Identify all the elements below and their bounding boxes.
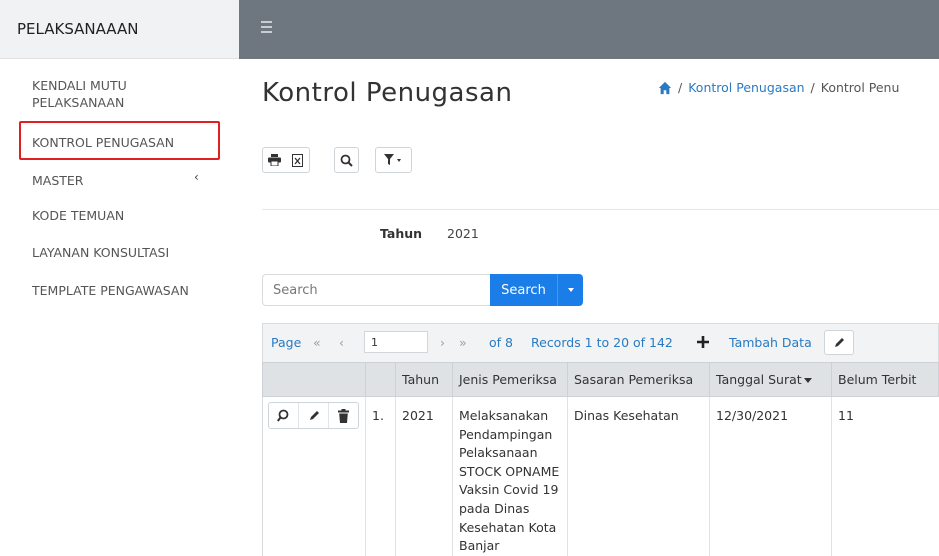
col-tahun[interactable]: Tahun xyxy=(396,363,453,396)
grid-body: 1. 2021 Melaksanakan Pendampingan Pelaks… xyxy=(262,397,939,556)
row-actions-cell xyxy=(263,397,366,556)
search-input[interactable] xyxy=(262,274,491,306)
page-count: of 8 xyxy=(489,335,513,350)
breadcrumb-separator: / xyxy=(678,80,683,95)
tahun-value: 2021 xyxy=(447,226,479,241)
col-jenis-pemeriksa[interactable]: Jenis Pemeriksa xyxy=(453,363,568,396)
first-page-icon[interactable]: « xyxy=(313,335,321,350)
topbar xyxy=(239,0,939,59)
breadcrumb: / Kontrol Penugasan / Kontrol Penu xyxy=(658,80,899,95)
filter-icon xyxy=(383,154,401,165)
breadcrumb-current: Kontrol Penu xyxy=(820,80,900,95)
cell-sasaran-pemeriksa: Dinas Kesehatan xyxy=(568,397,710,556)
highlight-box xyxy=(19,121,220,160)
col-number xyxy=(366,363,396,396)
records-info: Records 1 to 20 of 142 xyxy=(531,335,673,350)
page-number-input[interactable] xyxy=(364,331,428,353)
page-title: Kontrol Penugasan xyxy=(262,78,513,108)
col-actions xyxy=(263,363,366,396)
grid-pager: Page « ‹ › » of 8 Records 1 to 20 of 142… xyxy=(262,323,939,362)
pencil-icon xyxy=(835,337,844,347)
pencil-icon xyxy=(309,410,319,420)
search-icon xyxy=(277,409,289,422)
sidebar-item-layanan-konsultasi[interactable]: LAYANAN KONSULTASI xyxy=(32,244,169,261)
last-page-icon[interactable]: » xyxy=(459,335,467,350)
trash-icon xyxy=(338,408,349,423)
sidebar-item-master[interactable]: MASTER xyxy=(32,172,84,189)
tahun-label: Tahun xyxy=(380,226,423,241)
col-sasaran-pemeriksa[interactable]: Sasaran Pemeriksa xyxy=(568,363,710,396)
plus-icon[interactable] xyxy=(697,336,709,348)
cell-belum-terbit: 11 xyxy=(838,408,854,423)
chevron-left-icon[interactable]: ‹ xyxy=(194,170,199,184)
breadcrumb-link[interactable]: Kontrol Penugasan xyxy=(688,80,804,95)
prev-page-icon[interactable]: ‹ xyxy=(339,335,344,350)
col-belum-terbit[interactable]: Belum Terbit xyxy=(832,363,939,396)
delete-row-button[interactable] xyxy=(329,403,358,428)
caret-down-icon xyxy=(567,288,574,292)
breadcrumb-separator: / xyxy=(810,80,815,95)
sidebar-item-kendali-mutu[interactable]: KENDALI MUTU PELAKSANAAN xyxy=(32,77,127,111)
search-button[interactable]: Search xyxy=(490,274,557,306)
filter-button[interactable] xyxy=(375,147,412,173)
sidebar-item-template-pengawasan[interactable]: TEMPLATE PENGAWASAN xyxy=(32,282,189,299)
search-dropdown-button[interactable] xyxy=(557,274,583,306)
sort-desc-icon xyxy=(803,378,812,383)
export-button-group xyxy=(262,147,310,173)
row-number: 1. xyxy=(366,397,396,556)
cell-tanggal-surat: 12/30/2021 xyxy=(710,397,832,556)
home-icon[interactable] xyxy=(658,81,672,95)
sidebar: PELAKSANAAAN KENDALI MUTU PELAKSANAAN KO… xyxy=(0,0,239,556)
row-action-group xyxy=(268,402,359,429)
col-tanggal-surat-label: Tanggal Surat xyxy=(716,372,802,387)
view-button[interactable] xyxy=(269,403,299,428)
add-data-button[interactable]: Tambah Data xyxy=(729,335,812,350)
excel-icon[interactable] xyxy=(286,153,309,167)
grid-header: Tahun Jenis Pemeriksa Sasaran Pemeriksa … xyxy=(262,362,939,397)
sidebar-title: PELAKSANAAAN xyxy=(0,0,239,59)
sidebar-item-kode-temuan[interactable]: KODE TEMUAN xyxy=(32,207,124,224)
edit-button[interactable] xyxy=(824,330,854,355)
search-icon xyxy=(340,154,353,167)
menu-icon[interactable] xyxy=(261,21,272,33)
print-icon[interactable] xyxy=(263,154,286,166)
cell-tahun: 2021 xyxy=(396,397,453,556)
divider xyxy=(262,209,939,210)
col-tanggal-surat[interactable]: Tanggal Surat xyxy=(710,363,832,396)
cell-jenis-pemeriksa: Melaksanakan Pendampingan Pelaksanaan ST… xyxy=(453,397,568,556)
next-page-icon[interactable]: › xyxy=(440,335,445,350)
edit-row-button[interactable] xyxy=(299,403,329,428)
page-label: Page xyxy=(271,335,302,350)
search-toggle-button[interactable] xyxy=(334,147,359,173)
